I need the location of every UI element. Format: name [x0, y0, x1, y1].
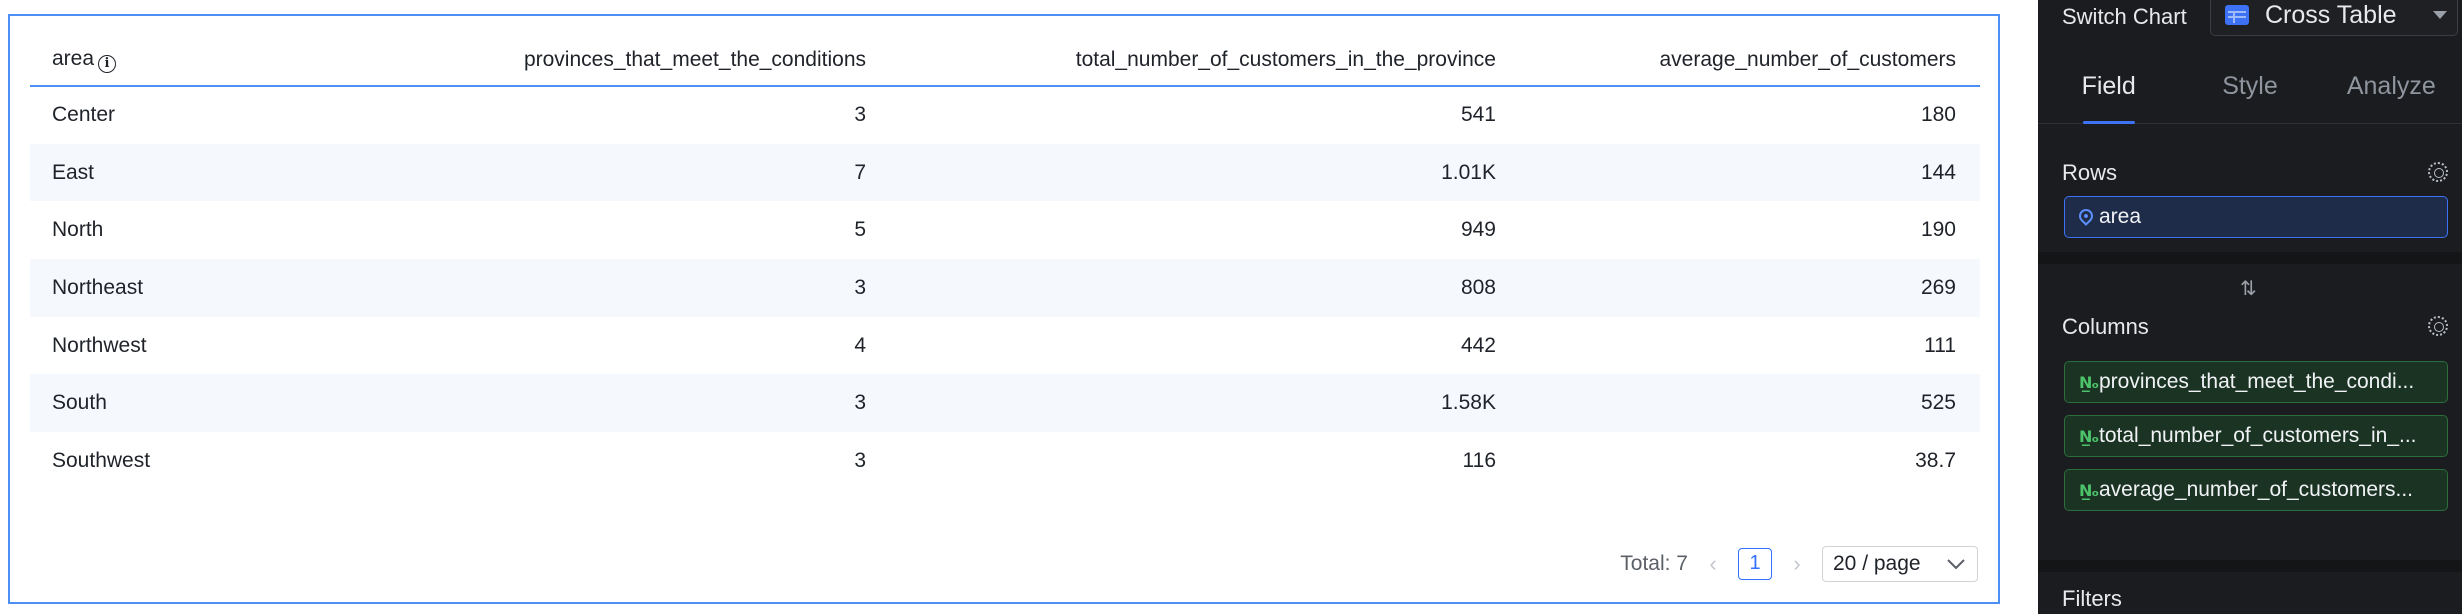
filters-section-title: Filters [2062, 586, 2122, 611]
cell-area: Northwest [52, 333, 147, 357]
cell-provinces: 5 [854, 218, 866, 242]
cell-area: Center [52, 103, 116, 127]
cell-average-customers: 111 [1924, 333, 1956, 357]
cell-provinces: 3 [854, 448, 866, 472]
cell-provinces: 4 [854, 333, 866, 357]
columns-section-title: Columns [2062, 314, 2149, 339]
chart-switch-bar: Switch Chart Cross Table [2038, 0, 2462, 38]
tab-analyze[interactable]: Analyze [2321, 50, 2462, 123]
tab-field[interactable]: Field [2038, 50, 2179, 123]
cross-table: area i provinces_that_meet_the_conditions… [30, 34, 1980, 490]
page-size-value: 20 / page [1833, 552, 1921, 575]
chevron-down-icon [1947, 559, 1965, 570]
cell-total-customers: 541 [1460, 103, 1496, 127]
pagination: Total: 7 ‹ 1 › 20 / page [1620, 546, 1978, 582]
column-field-label: total_number_of_customers_in_... [2099, 424, 2417, 447]
column-field-provinces[interactable]: N̲ₒ provinces_that_meet_the_condi... [2064, 361, 2448, 403]
cell-area: Northeast [30, 259, 200, 317]
location-icon [2065, 205, 2099, 229]
column-field-label: provinces_that_meet_the_condi... [2099, 370, 2415, 393]
cell-average-customers: 190 [1920, 218, 1956, 242]
chart-type-select[interactable]: Cross Table [2210, 0, 2458, 36]
table-row[interactable]: Center 3 541 180 [30, 86, 1980, 144]
tab-style[interactable]: Style [2179, 50, 2320, 123]
column-header-provinces[interactable]: provinces_that_meet_the_conditions [200, 34, 890, 87]
chevron-right-icon[interactable]: › [1786, 551, 1808, 577]
cell-average-customers: 180 [1920, 103, 1956, 127]
chart-config-sidebar: Switch Chart Cross Table Field Style Ana… [2038, 0, 2462, 614]
number-icon: N̲ₒ [2079, 372, 2099, 392]
cell-total-customers: 442 [1460, 333, 1496, 357]
row-field-label: area [2099, 205, 2142, 228]
table-row[interactable]: South 3 1.58K 525 [30, 374, 1980, 433]
cell-provinces: 7 [200, 143, 890, 202]
cell-provinces: 3 [854, 103, 866, 127]
column-header-label: area [52, 46, 95, 70]
row-field-area[interactable]: area [2064, 196, 2448, 238]
column-field-average-customers[interactable]: N̲ₒ average_number_of_customers... [2064, 469, 2448, 511]
column-header-average-customers[interactable]: average_number_of_customers [1520, 34, 1980, 87]
table-icon [2225, 5, 2249, 25]
chart-type-value: Cross Table [2265, 0, 2397, 29]
table-row[interactable]: Northwest 4 442 111 [30, 317, 1980, 375]
sidebar-tabs: Field Style Analyze [2038, 50, 2462, 124]
rows-section-title: Rows [2062, 160, 2118, 185]
table-row[interactable]: North 5 949 190 [30, 201, 1980, 259]
table-row[interactable]: Southwest 3 116 38.7 [30, 432, 1980, 490]
columns-settings-gear-icon[interactable] [2428, 316, 2448, 336]
switch-chart-label: Switch Chart [2062, 4, 2187, 29]
cell-average-customers: 525 [1520, 374, 1980, 433]
table-panel: area i provinces_that_meet_the_conditions… [8, 14, 2000, 604]
cell-average-customers: 38.7 [1915, 448, 1956, 472]
table-header-row: area i provinces_that_meet_the_conditions… [30, 34, 1980, 87]
section-divider [2038, 560, 2462, 572]
chevron-left-icon[interactable]: ‹ [1702, 551, 1724, 577]
column-header-area[interactable]: area i [30, 34, 200, 87]
column-field-label: average_number_of_customers... [2099, 478, 2414, 501]
caret-down-icon [2433, 11, 2447, 19]
cell-total-customers: 116 [1462, 448, 1496, 472]
info-icon[interactable]: i [98, 54, 117, 73]
cell-provinces: 3 [200, 374, 890, 433]
page-button-current[interactable]: 1 [1738, 548, 1772, 580]
cell-average-customers: 269 [1520, 259, 1980, 317]
number-icon: N̲ₒ [2079, 480, 2099, 500]
table-row[interactable]: East 7 1.01K 144 [30, 143, 1980, 202]
page-size-select[interactable]: 20 / page [1822, 546, 1978, 582]
column-field-total-customers[interactable]: N̲ₒ total_number_of_customers_in_... [2064, 415, 2448, 457]
pagination-total: Total: 7 [1620, 552, 1688, 575]
cell-area: South [30, 374, 200, 433]
cell-provinces: 3 [200, 259, 890, 317]
cell-area: North [52, 218, 104, 242]
swap-rows-columns-icon[interactable]: ⇅ [2240, 276, 2257, 301]
cell-area: East [30, 143, 200, 202]
cell-total-customers: 1.58K [890, 374, 1520, 433]
cell-area: Southwest [52, 448, 151, 472]
column-header-total-customers[interactable]: total_number_of_customers_in_the_provinc… [890, 34, 1520, 87]
section-divider [2038, 252, 2462, 264]
number-icon: N̲ₒ [2079, 426, 2099, 446]
cell-total-customers: 1.01K [890, 143, 1520, 202]
table-row[interactable]: Northeast 3 808 269 [30, 259, 1980, 317]
rows-settings-gear-icon[interactable] [2428, 162, 2448, 182]
cell-total-customers: 808 [890, 259, 1520, 317]
cell-average-customers: 144 [1520, 143, 1980, 202]
cell-total-customers: 949 [1460, 218, 1496, 242]
